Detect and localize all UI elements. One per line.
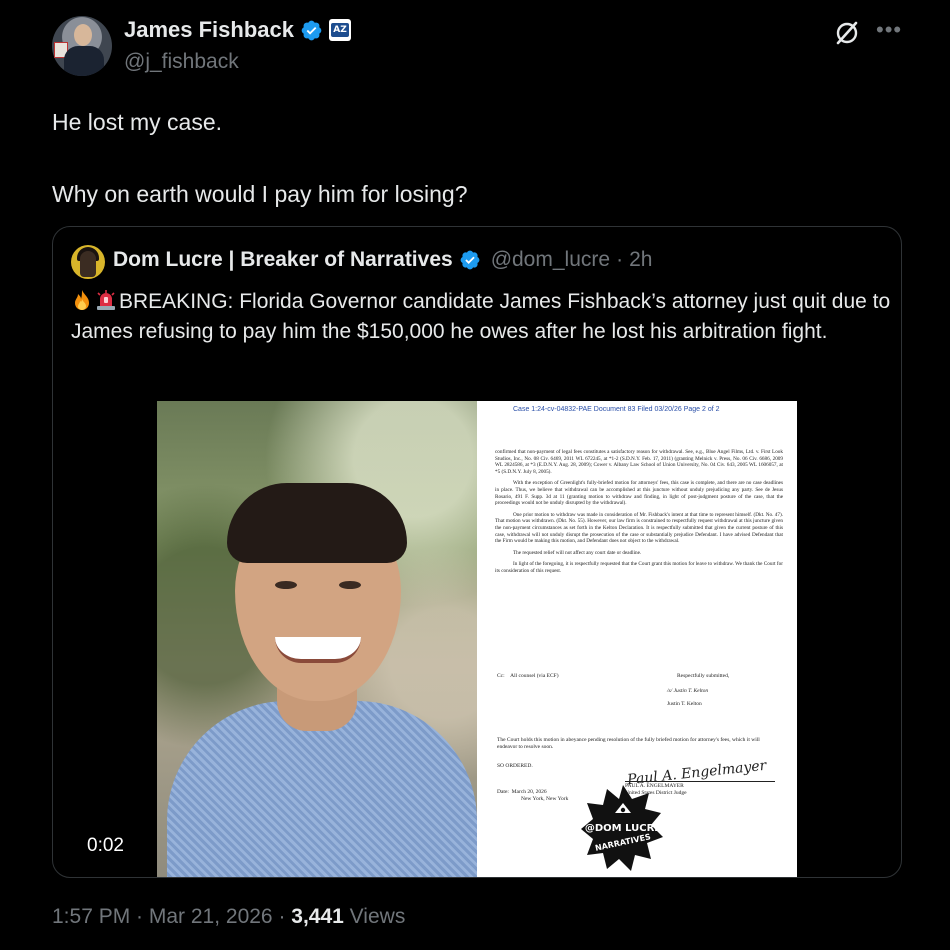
document-header: Case 1:24-cv-04832-PAE Document 83 Filed… — [513, 406, 720, 413]
tweet-text: He lost my case. Why on earth would I pa… — [52, 104, 467, 212]
document-signature-block: Cc: All counsel (via ECF) Respectfully s… — [497, 673, 787, 708]
photo-eye-right — [339, 581, 361, 589]
quote-avatar-face — [80, 251, 96, 277]
quote-text: BREAKING: Florida Governor candidate Jam… — [71, 287, 891, 347]
author-avatar[interactable] — [52, 16, 112, 76]
document-so-ordered: SO ORDERED. — [497, 763, 533, 769]
verified-badge-icon[interactable] — [300, 19, 323, 42]
author-name[interactable]: James Fishback — [124, 17, 294, 43]
document-para-5: In light of the foregoing, it is respect… — [495, 561, 783, 574]
judge-signature-rule — [625, 781, 775, 782]
quote-body-text: BREAKING: Florida Governor candidate Jam… — [71, 290, 891, 343]
video-timer: 0:02 — [87, 835, 124, 856]
quoted-tweet[interactable]: Dom Lucre | Breaker of Narratives @dom_l… — [52, 226, 902, 878]
watermark-text-top: @DOM LUCRE — [585, 823, 661, 834]
watermark-logo-icon: @DOM LUCRE NARRATIVES — [581, 785, 663, 871]
quote-verified-badge-icon — [460, 250, 480, 270]
affiliate-badge-label: AZ — [331, 23, 349, 37]
quote-header: Dom Lucre | Breaker of Narratives @dom_l… — [113, 248, 652, 272]
author-handle[interactable]: @j_fishback — [124, 50, 239, 74]
more-options-icon[interactable]: ••• — [876, 19, 902, 41]
document-date-value: March 20, 2026 — [511, 789, 547, 795]
document-date-block: Date: March 20, 2026 New York, New York — [497, 789, 568, 803]
quote-media[interactable]: 0:02 Case 1:24-cv-04832-PAE Document 83 … — [87, 401, 797, 877]
avatar-suit — [64, 46, 104, 76]
photo-smile — [275, 637, 361, 663]
document-court-holds: The Court holds this motion in abeyance … — [497, 737, 760, 750]
document-cc-value: All counsel (via ECF) — [510, 673, 559, 679]
fire-emoji-icon — [75, 290, 89, 310]
document-para-1: confirmed that non-payment of legal fees… — [495, 449, 783, 475]
quote-author-name[interactable]: Dom Lucre | Breaker of Narratives — [113, 248, 453, 272]
affiliate-badge[interactable]: AZ — [328, 19, 351, 41]
quote-time[interactable]: 2h — [629, 248, 652, 272]
court-document: Case 1:24-cv-04832-PAE Document 83 Filed… — [477, 401, 797, 877]
views-label: Views — [343, 905, 406, 928]
document-para-3: One prior motion to withdraw was made in… — [495, 511, 783, 545]
tweet-timestamp[interactable]: 1:57 PM · Mar 21, 2026 · — [52, 905, 291, 928]
siren-emoji-icon — [97, 290, 115, 310]
document-cc-label: Cc: — [497, 673, 505, 679]
grok-icon[interactable] — [834, 20, 860, 46]
photo-eye-left — [275, 581, 297, 589]
quote-author-avatar[interactable] — [71, 245, 105, 279]
quote-separator: · — [616, 248, 624, 271]
avatar-head — [74, 24, 92, 46]
document-place: New York, New York — [521, 796, 569, 802]
document-para-4: The requested relief will not affect any… — [513, 549, 642, 556]
document-date-label: Date: — [497, 789, 509, 795]
quote-author-handle[interactable]: @dom_lucre — [491, 248, 610, 272]
photo-hair — [227, 483, 407, 563]
tweet-line-1: He lost my case. — [52, 109, 222, 135]
document-signer: Justin T. Kelton — [667, 701, 702, 707]
tweet-footer: 1:57 PM · Mar 21, 2026 · 3,441 Views — [52, 905, 405, 929]
document-sig-line: /s/ Justin T. Kelton — [667, 688, 709, 694]
author-name-row: James Fishback AZ — [124, 17, 351, 43]
tweet-line-2: Why on earth would I pay him for losing? — [52, 181, 468, 207]
document-para-2: With the exception of Greenlight's fully… — [495, 480, 783, 507]
document-closing: Respectfully submitted, — [677, 673, 730, 679]
views-count[interactable]: 3,441 — [291, 905, 344, 928]
media-photo — [157, 401, 477, 877]
document-body: confirmed that non-payment of legal fees… — [495, 449, 783, 580]
